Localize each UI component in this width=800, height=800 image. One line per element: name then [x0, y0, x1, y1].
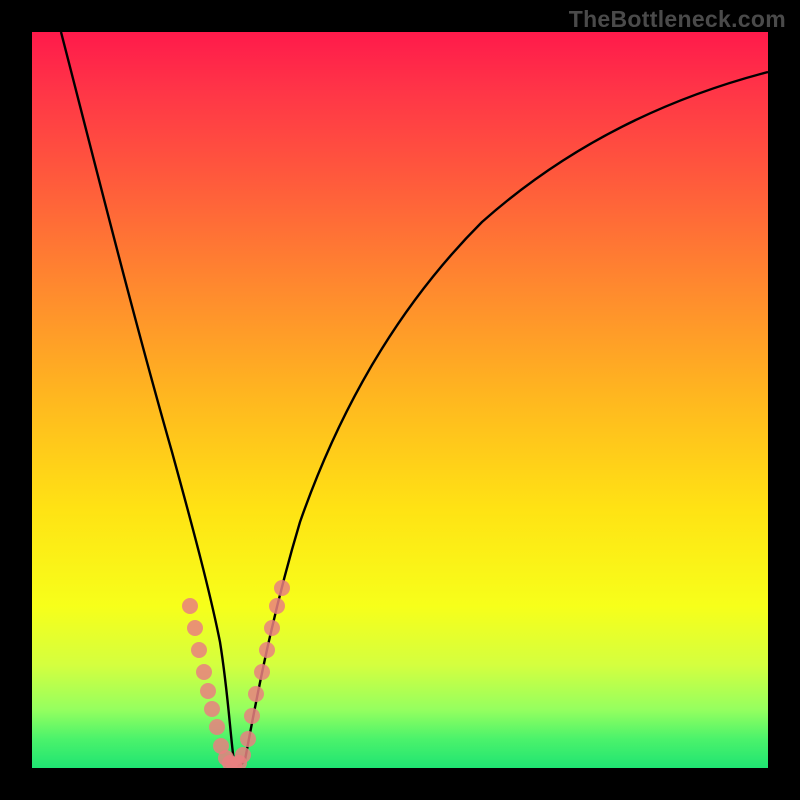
bottleneck-curve-svg: [32, 32, 768, 768]
bottleneck-curve: [61, 32, 768, 766]
plot-area: [32, 32, 768, 768]
highlighted-dots: [182, 580, 290, 768]
chart-frame: TheBottleneck.com: [0, 0, 800, 800]
watermark-text: TheBottleneck.com: [569, 6, 786, 33]
